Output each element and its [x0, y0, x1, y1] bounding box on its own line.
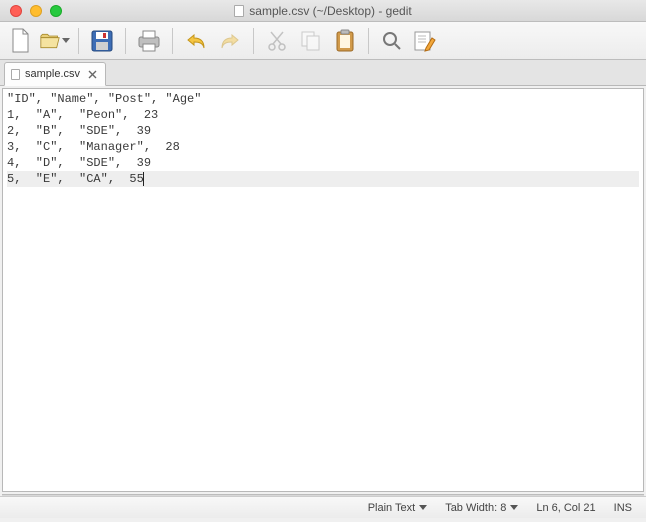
- separator: [125, 28, 126, 54]
- copy-button[interactable]: [296, 26, 326, 56]
- tab-close-button[interactable]: [85, 67, 99, 81]
- printer-icon: [137, 30, 161, 52]
- text-editor[interactable]: "ID", "Name", "Post", "Age"1, "A", "Peon…: [2, 88, 644, 492]
- separator: [78, 28, 79, 54]
- scissors-icon: [267, 30, 287, 52]
- search-icon: [381, 30, 403, 52]
- folder-open-icon: [40, 32, 60, 50]
- find-replace-icon: [414, 30, 438, 52]
- cursor-position-label: Ln 6, Col 21: [536, 502, 595, 514]
- editor-line: 2, "B", "SDE", 39: [7, 123, 639, 139]
- editor-line: 1, "A", "Peon", 23: [7, 107, 639, 123]
- editor-line: "ID", "Name", "Post", "Age": [7, 91, 639, 107]
- window-controls: [0, 5, 62, 17]
- redo-button[interactable]: [215, 26, 245, 56]
- minimize-window-button[interactable]: [30, 5, 42, 17]
- separator: [172, 28, 173, 54]
- window-title: sample.csv (~/Desktop) - gedit: [0, 4, 646, 18]
- tab-bar: sample.csv: [0, 60, 646, 86]
- new-file-icon: [10, 28, 32, 54]
- document-icon: [234, 5, 244, 17]
- chevron-down-icon: [419, 505, 427, 510]
- toolbar: [0, 22, 646, 60]
- editor-line: 3, "C", "Manager", 28: [7, 139, 639, 155]
- open-file-button[interactable]: [40, 26, 70, 56]
- save-icon: [91, 30, 113, 52]
- redo-icon: [219, 32, 241, 50]
- editor-line: 5, "E", "CA", 55: [7, 171, 639, 187]
- new-file-button[interactable]: [6, 26, 36, 56]
- maximize-window-button[interactable]: [50, 5, 62, 17]
- save-button[interactable]: [87, 26, 117, 56]
- tab-sample-csv[interactable]: sample.csv: [4, 62, 106, 86]
- text-cursor: [143, 172, 144, 186]
- document-icon: [11, 69, 20, 80]
- language-label: Plain Text: [368, 502, 416, 514]
- titlebar: sample.csv (~/Desktop) - gedit: [0, 0, 646, 22]
- find-replace-button[interactable]: [411, 26, 441, 56]
- cut-button[interactable]: [262, 26, 292, 56]
- undo-button[interactable]: [181, 26, 211, 56]
- window-title-text: sample.csv (~/Desktop) - gedit: [249, 4, 411, 18]
- copy-icon: [300, 30, 322, 52]
- chevron-down-icon: [510, 505, 518, 510]
- find-button[interactable]: [377, 26, 407, 56]
- language-selector[interactable]: Plain Text: [368, 502, 428, 514]
- undo-icon: [185, 32, 207, 50]
- close-icon: [88, 70, 97, 79]
- separator: [253, 28, 254, 54]
- status-bar: Plain Text Tab Width: 8 Ln 6, Col 21 INS: [0, 496, 646, 518]
- clipboard-icon: [335, 29, 355, 53]
- insert-mode[interactable]: INS: [614, 502, 632, 514]
- insert-mode-label: INS: [614, 502, 632, 514]
- tab-width-label: Tab Width: 8: [445, 502, 506, 514]
- paste-button[interactable]: [330, 26, 360, 56]
- close-window-button[interactable]: [10, 5, 22, 17]
- chevron-down-icon: [62, 38, 70, 43]
- separator: [368, 28, 369, 54]
- print-button[interactable]: [134, 26, 164, 56]
- tab-width-selector[interactable]: Tab Width: 8: [445, 502, 518, 514]
- tab-label: sample.csv: [25, 68, 80, 80]
- cursor-position: Ln 6, Col 21: [536, 502, 595, 514]
- editor-line: 4, "D", "SDE", 39: [7, 155, 639, 171]
